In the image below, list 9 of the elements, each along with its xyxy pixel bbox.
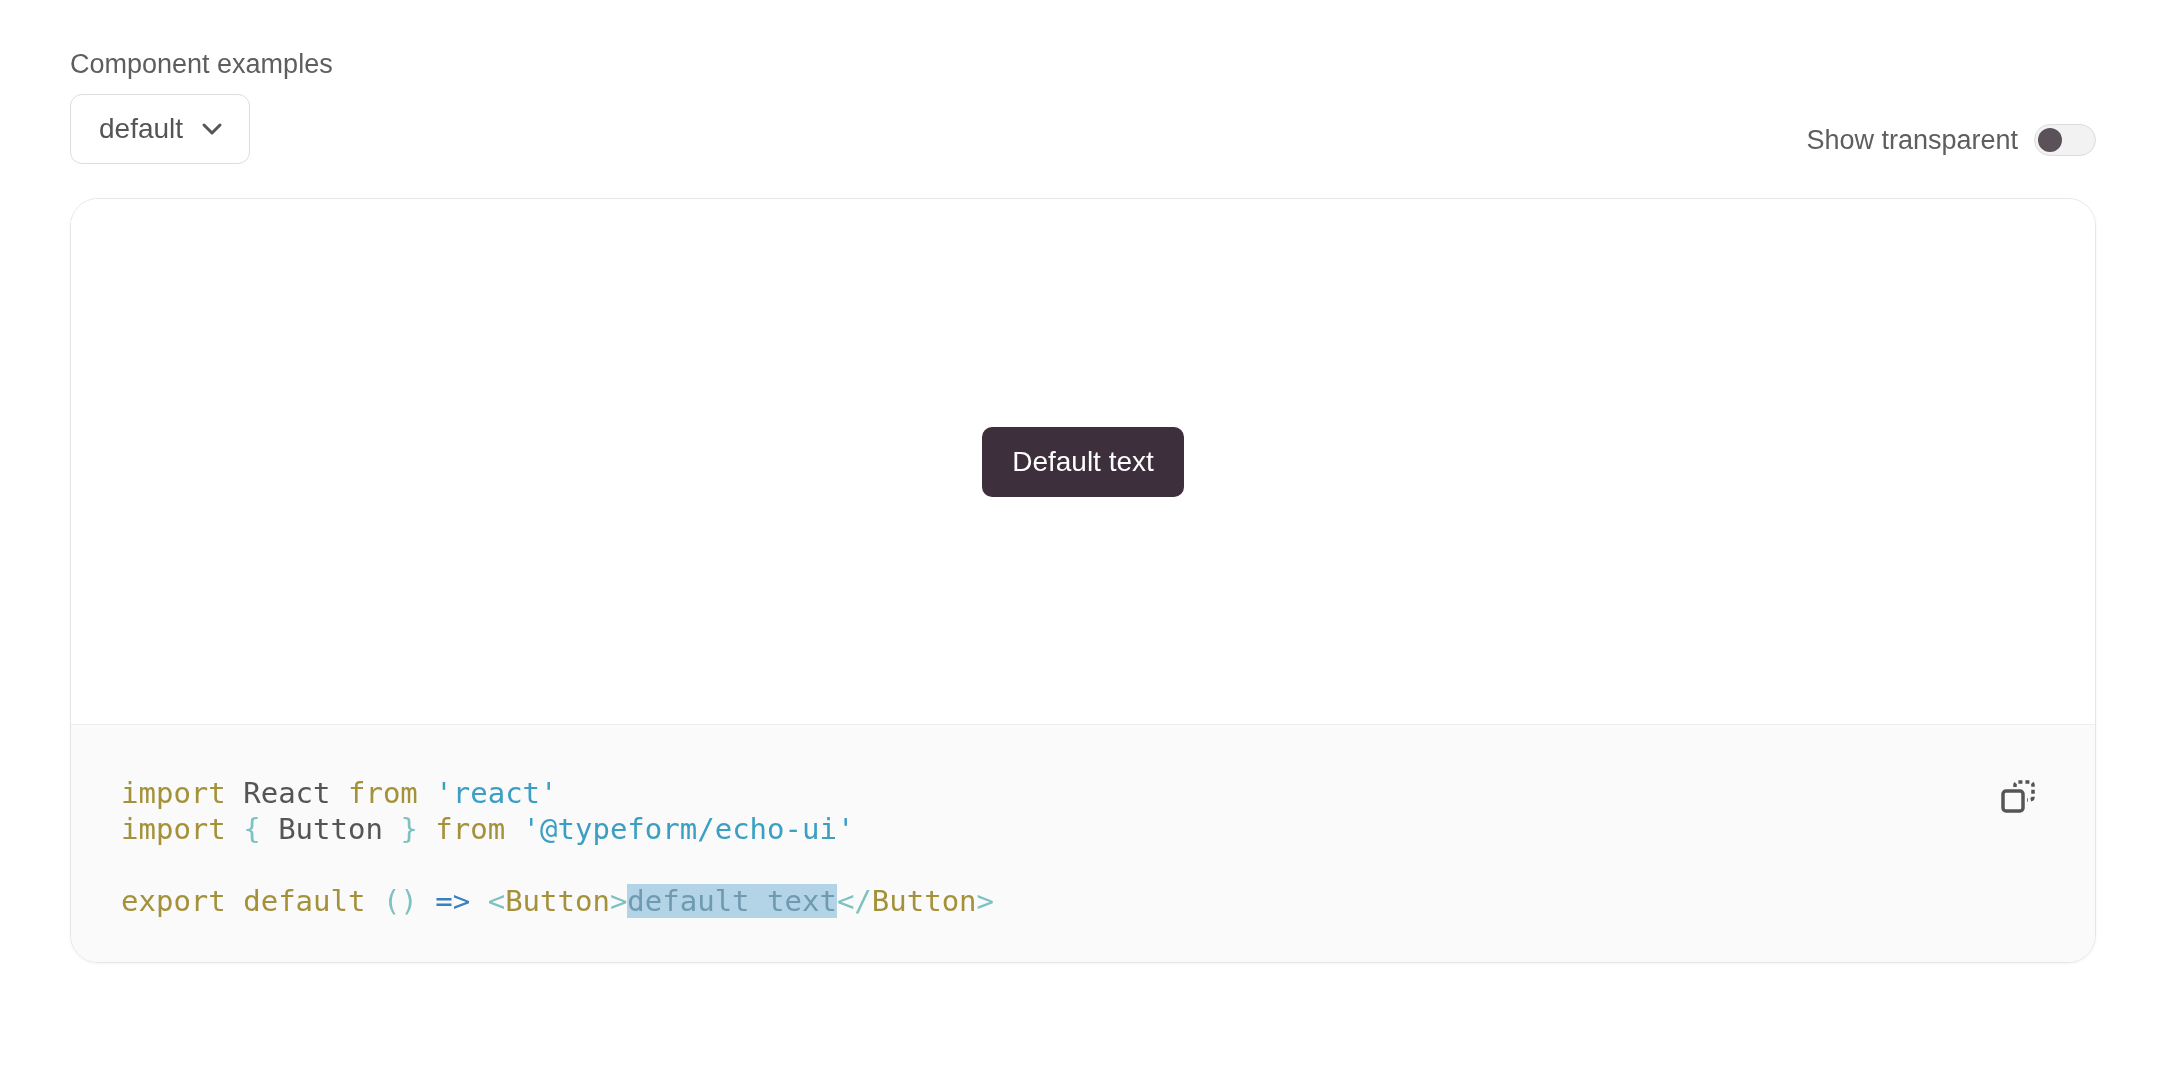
- default-button[interactable]: Default text: [982, 426, 1184, 497]
- code-line: import { Button } from '@typeform/echo-ui': [121, 811, 856, 848]
- section-heading: Component examples: [70, 48, 334, 81]
- chevron-down-icon: [201, 122, 224, 137]
- code-line: import React from 'react': [121, 775, 559, 812]
- code-line: export default () => <Button>default text</Button>: [121, 883, 995, 920]
- variant-dropdown[interactable]: default: [70, 94, 251, 165]
- toggle-label: Show transparent: [1806, 123, 2018, 157]
- transparent-toggle[interactable]: [2034, 124, 2096, 157]
